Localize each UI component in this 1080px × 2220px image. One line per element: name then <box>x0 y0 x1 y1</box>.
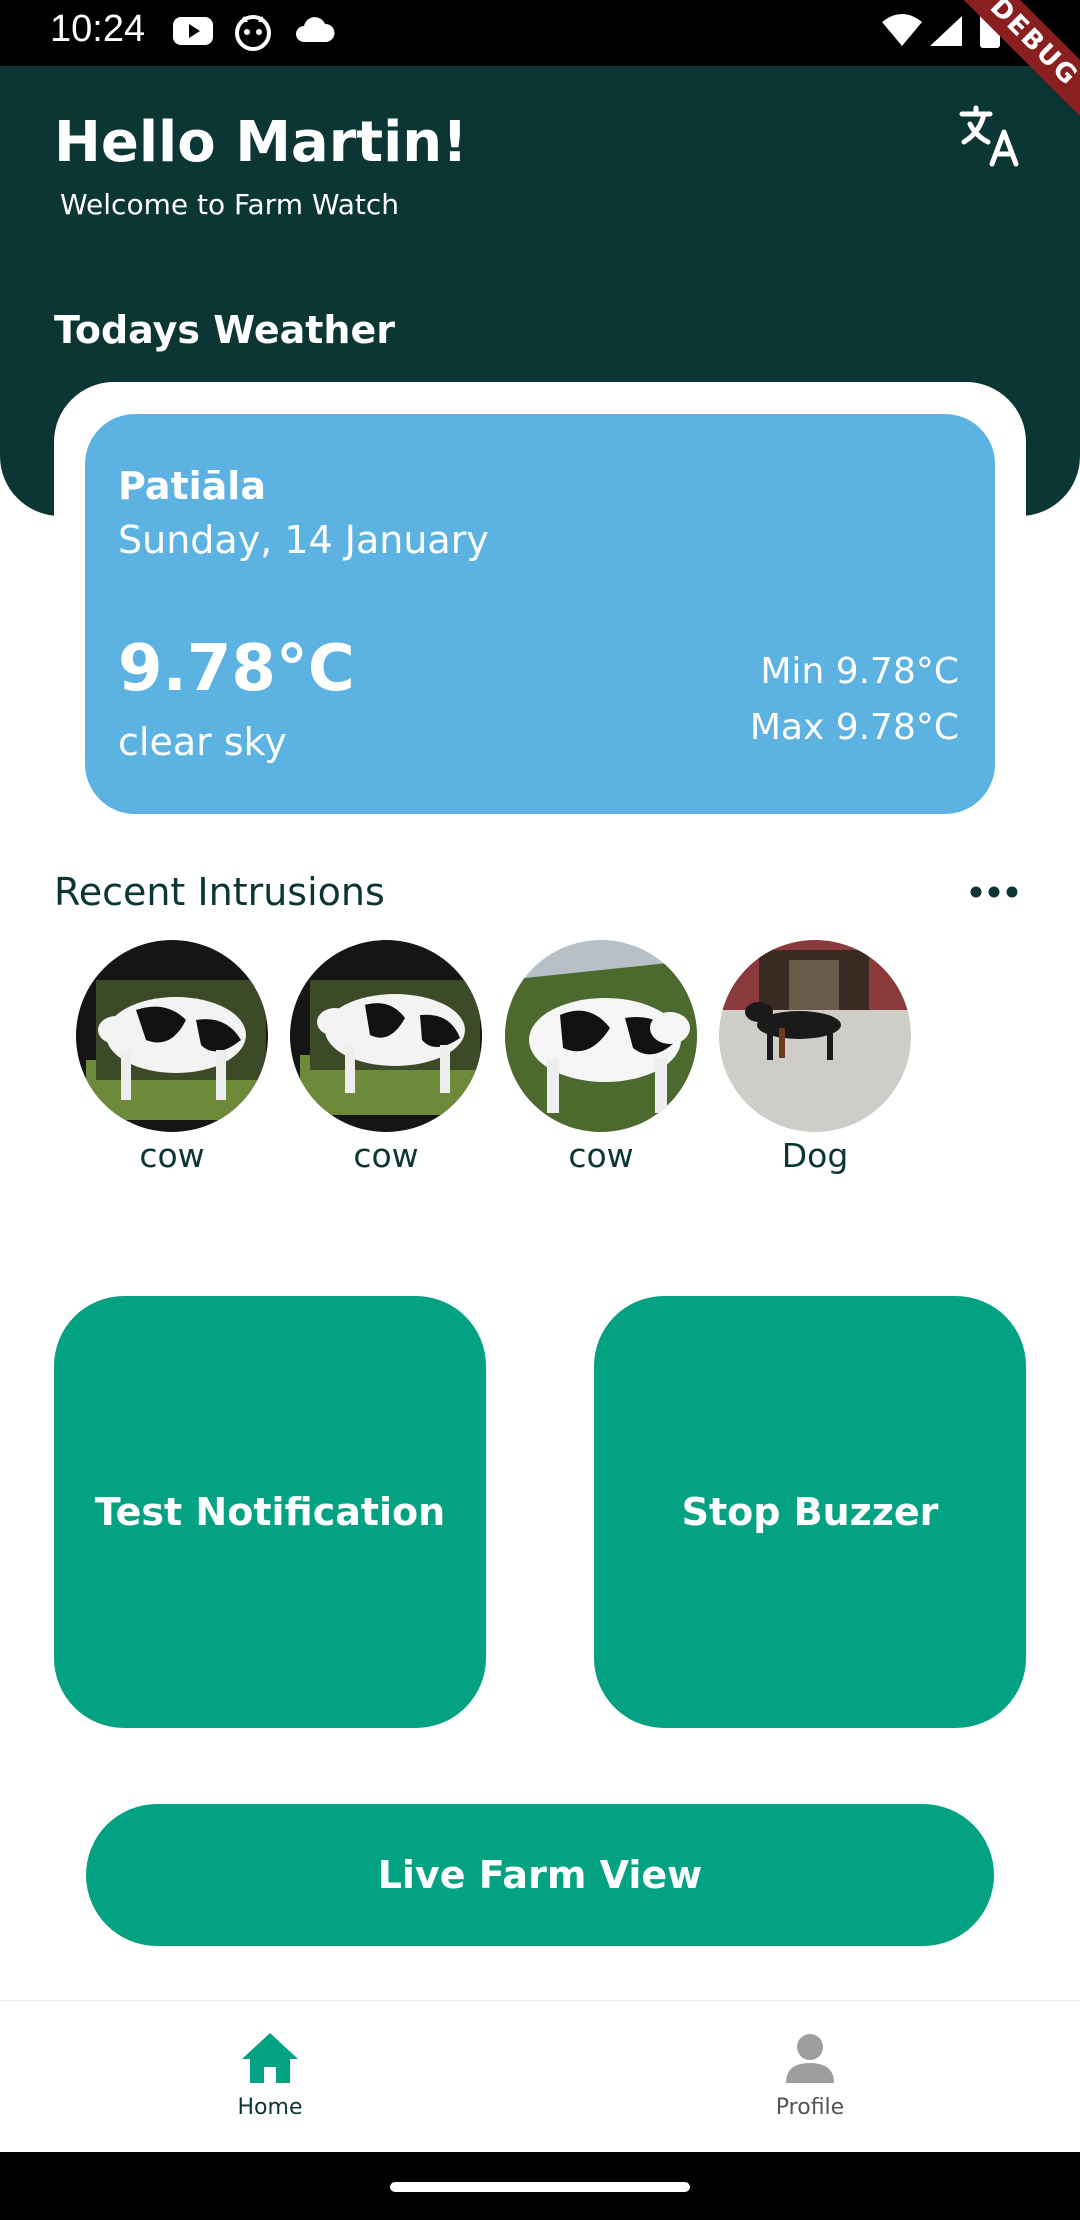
weather-city: Patiāla <box>118 464 266 508</box>
intrusion-item[interactable]: cow <box>289 940 483 1175</box>
nav-item-home[interactable]: Home <box>170 2031 370 2120</box>
weather-min-max: Min 9.78°C Max 9.78°C <box>750 644 959 756</box>
live-farm-view-label: Live Farm View <box>377 1853 703 1897</box>
more-horizontal-icon <box>970 886 1018 898</box>
intrusion-item[interactable]: Dog <box>718 940 912 1175</box>
test-notification-button[interactable]: Test Notification <box>54 1296 486 1728</box>
cloud-icon <box>294 14 336 52</box>
welcome-subtitle: Welcome to Farm Watch <box>60 188 400 221</box>
status-time: 10:24 <box>50 8 146 50</box>
person-icon <box>786 2034 834 2083</box>
nav-item-profile[interactable]: Profile <box>710 2031 910 2120</box>
weather-heading: Todays Weather <box>54 308 395 352</box>
intrusion-thumbnail <box>505 940 697 1132</box>
intrusion-thumbnail <box>719 940 911 1132</box>
debug-banner: DEBUG <box>949 0 1080 127</box>
live-farm-view-button[interactable]: Live Farm View <box>86 1804 994 1946</box>
home-gesture-handle[interactable] <box>390 2182 690 2192</box>
weather-max: Max 9.78°C <box>749 707 959 748</box>
cat-icon <box>234 14 272 56</box>
test-notification-label: Test Notification <box>94 1490 446 1534</box>
bottom-navigation: Home Profile <box>0 2000 1080 2153</box>
nav-label-profile: Profile <box>775 2095 845 2120</box>
weather-date: Sunday, 14 January <box>118 518 489 562</box>
debug-ribbon-container: DEBUG <box>930 0 1080 150</box>
intrusion-label: cow <box>568 1136 634 1175</box>
recent-intrusions-title: Recent Intrusions <box>54 870 385 914</box>
intrusion-label: cow <box>353 1136 419 1175</box>
intrusion-thumbnail <box>290 940 482 1132</box>
youtube-icon <box>172 14 214 52</box>
weather-card[interactable]: Patiāla Sunday, 14 January 9.78°C clear … <box>85 414 995 814</box>
intrusion-label: cow <box>139 1136 205 1175</box>
status-bar: 10:24 <box>0 0 1080 66</box>
nav-label-home: Home <box>237 2095 303 2120</box>
weather-temperature: 9.78°C <box>118 632 355 706</box>
system-gesture-bar <box>0 2152 1080 2220</box>
intrusion-label: Dog <box>781 1136 849 1175</box>
intrusion-thumbnail <box>76 940 268 1132</box>
stop-buzzer-button[interactable]: Stop Buzzer <box>594 1296 1026 1728</box>
stop-buzzer-label: Stop Buzzer <box>681 1490 939 1534</box>
home-icon <box>242 2033 298 2083</box>
intrusion-item[interactable]: cow <box>504 940 698 1175</box>
more-options-button[interactable] <box>968 880 1020 904</box>
weather-min: Min 9.78°C <box>760 651 959 692</box>
greeting: Hello Martin! <box>54 110 468 175</box>
weather-condition: clear sky <box>118 720 287 764</box>
intrusion-item[interactable]: cow <box>75 940 269 1175</box>
